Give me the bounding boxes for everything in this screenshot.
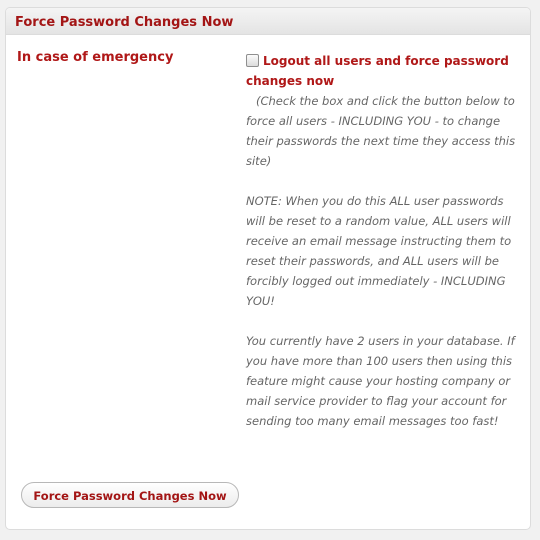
force-password-option: Logout all users and force password chan…	[246, 51, 526, 431]
force-password-changes-button[interactable]: Force Password Changes Now	[21, 482, 239, 508]
note-text: NOTE: When you do this ALL user password…	[246, 194, 512, 308]
panel-header: Force Password Changes Now	[6, 8, 530, 35]
user-count-warning-text: You currently have 2 users in your datab…	[246, 334, 515, 428]
settings-panel: Force Password Changes Now In case of em…	[5, 7, 531, 530]
force-logout-checkbox[interactable]	[246, 54, 259, 67]
force-logout-checkbox-label[interactable]: Logout all users and force password chan…	[246, 51, 526, 91]
instructions-text: (Check the box and click the button belo…	[246, 94, 516, 168]
row-label: In case of emergency	[17, 50, 174, 65]
panel-title: Force Password Changes Now	[15, 15, 234, 30]
